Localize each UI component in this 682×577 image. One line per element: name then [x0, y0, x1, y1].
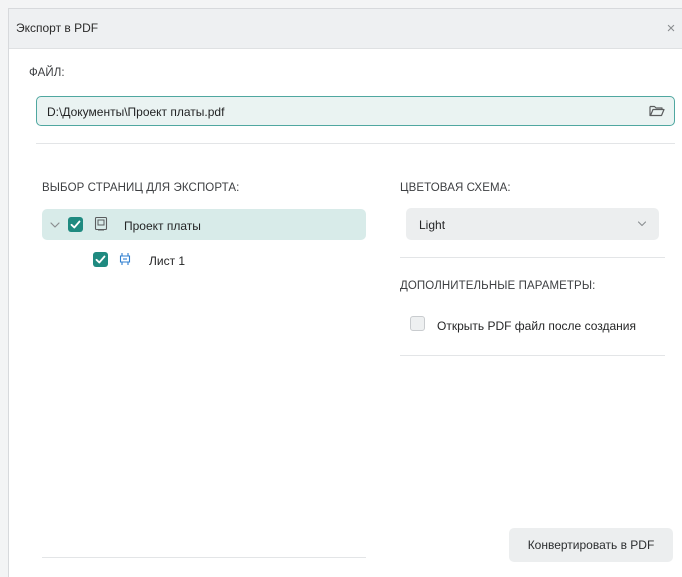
title-bar: Экспорт в PDF × — [9, 9, 682, 49]
check-icon — [95, 255, 106, 264]
file-path-value: D:\Документы\Проект платы.pdf — [47, 105, 225, 119]
tree-item-label[interactable]: Лист 1 — [149, 254, 185, 268]
open-after-label[interactable]: Открыть PDF файл после создания — [437, 319, 636, 333]
schematic-sheet-icon — [119, 253, 131, 265]
file-path-input[interactable]: D:\Документы\Проект платы.pdf — [36, 96, 675, 126]
divider — [400, 257, 665, 258]
board-project-icon — [94, 216, 108, 231]
color-scheme-value: Light — [419, 218, 446, 232]
close-icon[interactable]: × — [660, 15, 682, 43]
divider — [36, 143, 675, 144]
color-scheme-select[interactable]: Light — [406, 208, 659, 240]
chevron-down-icon — [637, 221, 647, 227]
file-label: ФАЙЛ: — [29, 67, 65, 79]
checkbox-project[interactable] — [68, 217, 83, 232]
pages-label: ВЫБОР СТРАНИЦ ДЛЯ ЭКСПОРТА: — [42, 182, 240, 194]
tree-item-label: Проект платы — [124, 219, 201, 233]
divider — [42, 557, 366, 558]
folder-open-icon[interactable] — [648, 102, 666, 120]
export-pdf-dialog: Экспорт в PDF × ФАЙЛ: D:\Документы\Проек… — [8, 8, 682, 577]
extra-params-label: ДОПОЛНИТЕЛЬНЫЕ ПАРАМЕТРЫ: — [400, 280, 596, 292]
open-after-checkbox[interactable] — [410, 316, 425, 331]
checkbox-sheet[interactable] — [93, 252, 108, 267]
color-scheme-label: ЦВЕТОВАЯ СХЕМА: — [400, 182, 511, 194]
dialog-title: Экспорт в PDF — [16, 21, 99, 35]
divider — [400, 355, 665, 356]
check-icon — [70, 220, 81, 229]
chevron-down-icon[interactable] — [49, 219, 61, 231]
convert-to-pdf-button[interactable]: Конвертировать в PDF — [509, 528, 673, 562]
tree-item-project[interactable] — [42, 209, 366, 240]
